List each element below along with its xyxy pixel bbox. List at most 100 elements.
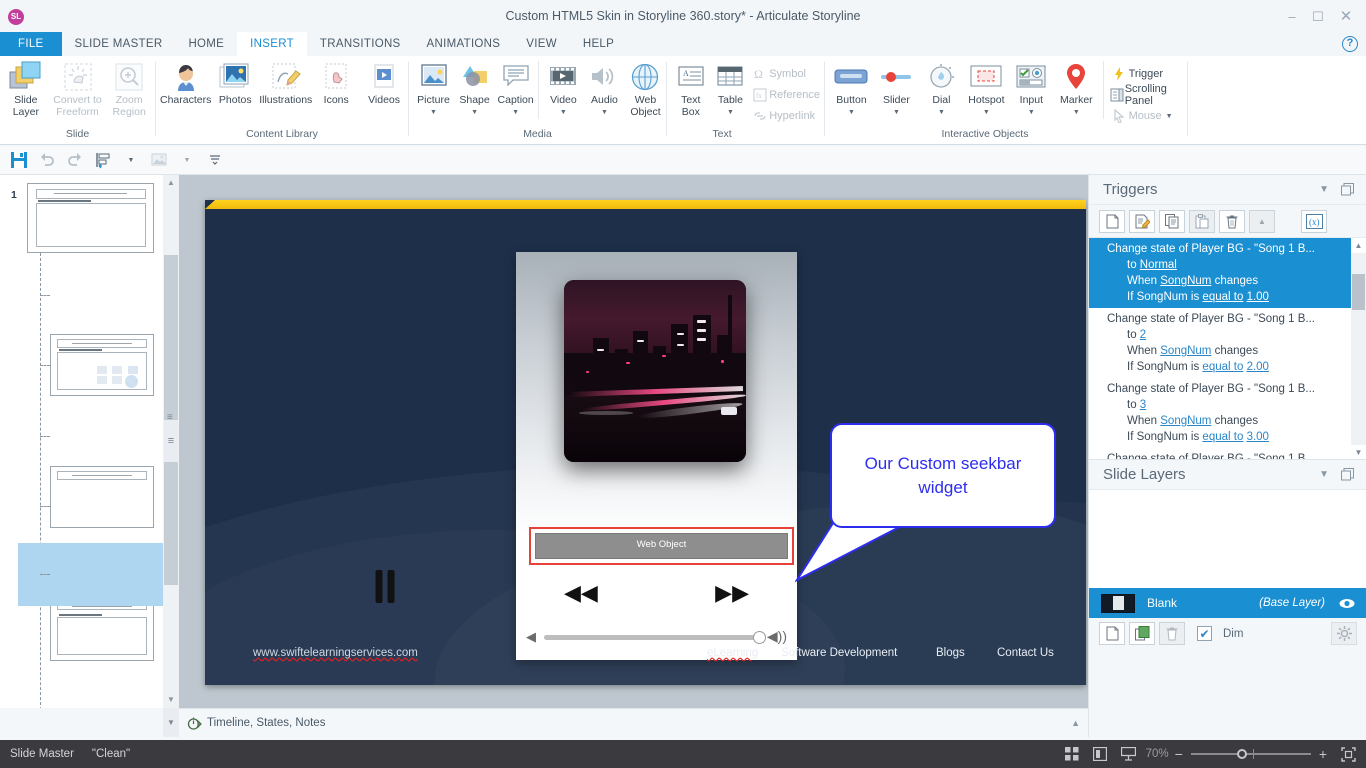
trigger-item-3[interactable]: Change state of Player BG - "Song 1 B...… — [1089, 378, 1366, 448]
illustrations-button[interactable]: Illustrations — [259, 59, 312, 107]
button-caret-icon[interactable]: ▼ — [848, 108, 855, 117]
caption-caret-icon[interactable]: ▼ — [512, 108, 519, 117]
triggers-panel-chevron-down-icon[interactable]: ▼ — [1319, 184, 1329, 195]
characters-button[interactable]: Characters — [160, 59, 211, 107]
redo-icon[interactable] — [62, 148, 88, 172]
layers-list[interactable]: Blank (Base Layer) ✔ Dim — [1089, 490, 1366, 649]
timeline-bar[interactable]: Timeline, States, Notes ▲ — [179, 708, 1088, 737]
input-button[interactable]: Input ▼ — [1009, 59, 1054, 117]
slide-thumb-4[interactable] — [50, 599, 154, 661]
next-track-button[interactable]: ▶▶ — [715, 580, 749, 606]
slide-thumb-2[interactable] — [50, 334, 154, 396]
undo-icon[interactable] — [34, 148, 60, 172]
triggers-scroll-down-icon[interactable]: ▼ — [1351, 445, 1366, 459]
web-object-placeholder[interactable]: Web Object — [535, 533, 788, 559]
button-button[interactable]: Button ▼ — [829, 59, 874, 117]
slide-stage[interactable]: Web Object ◀◀ ▶▶ ◀ ◀)) Our Custom seekba… — [205, 200, 1086, 685]
trigger-item-2[interactable]: Change state of Player BG - "Song 1 B...… — [1089, 308, 1366, 378]
table-caret-icon[interactable]: ▼ — [727, 108, 734, 117]
eye-icon[interactable] — [1339, 598, 1355, 609]
convert-to-freeform-button[interactable]: Convert to Freeform — [52, 59, 104, 118]
triggers-panel-undock-icon[interactable] — [1341, 183, 1354, 196]
new-trigger-icon[interactable] — [1099, 209, 1125, 233]
footer-link-software-development[interactable]: Software Development — [781, 647, 897, 659]
align-caret-icon[interactable]: ▼ — [118, 148, 144, 172]
symbol-button[interactable]: Ω Symbol — [750, 63, 824, 84]
videos-button[interactable]: Videos — [360, 59, 408, 107]
dial-caret-icon[interactable]: ▼ — [938, 108, 945, 117]
mouse-button[interactable]: Mouse ▼ — [1110, 105, 1187, 126]
fit-to-window-icon[interactable] — [1341, 746, 1356, 762]
video-button[interactable]: Video ▼ — [543, 59, 584, 117]
slides-scroll-down-icon[interactable]: ▼ — [163, 692, 179, 708]
dim-checkbox[interactable]: ✔ — [1197, 626, 1212, 641]
pause-button[interactable] — [375, 570, 657, 603]
footer-link-elearning[interactable]: eLearning — [707, 647, 758, 659]
layer-row-blank[interactable]: Blank (Base Layer) — [1089, 588, 1366, 618]
triggers-scroll-thumb[interactable] — [1352, 274, 1365, 310]
zoom-region-button[interactable]: Zoom Region — [103, 59, 155, 118]
help-icon[interactable]: ? — [1342, 36, 1358, 52]
slide-thumb-1[interactable] — [27, 183, 154, 253]
edit-trigger-icon[interactable] — [1129, 209, 1155, 233]
footer-link-contact-us[interactable]: Contact Us — [997, 647, 1054, 659]
tab-transitions[interactable]: TRANSITIONS — [307, 32, 414, 56]
triggers-scrollbar[interactable]: ▲ ▼ — [1351, 238, 1366, 459]
triggers-scroll-up-icon[interactable]: ▲ — [1351, 238, 1366, 253]
story-view-icon[interactable] — [1092, 747, 1107, 761]
tab-file[interactable]: FILE — [0, 32, 62, 56]
tab-help[interactable]: HELP — [570, 32, 627, 56]
new-layer-icon[interactable] — [1099, 622, 1125, 645]
tab-animations[interactable]: ANIMATIONS — [414, 32, 514, 56]
slide-canvas-area[interactable]: Web Object ◀◀ ▶▶ ◀ ◀)) Our Custom seekba… — [179, 175, 1088, 708]
paste-trigger-icon[interactable] — [1189, 209, 1215, 233]
zoom-slider-knob[interactable] — [1236, 749, 1247, 759]
hotspot-button[interactable]: Hotspot ▼ — [964, 59, 1009, 117]
text-box-button[interactable]: A Text Box — [671, 59, 711, 118]
panel-splitter-handle[interactable]: ≡ — [164, 420, 178, 462]
customize-qat-icon[interactable] — [202, 148, 228, 172]
trigger-button[interactable]: Trigger — [1110, 63, 1187, 84]
scrolling-panel-button[interactable]: Scrolling Panel — [1110, 83, 1187, 107]
photos-button[interactable]: Photos — [211, 59, 259, 107]
save-icon[interactable] — [6, 148, 32, 172]
delete-layer-icon[interactable] — [1159, 622, 1185, 645]
hyperlink-button[interactable]: Hyperlink — [750, 105, 824, 126]
web-object-selection-frame[interactable]: Web Object — [529, 527, 794, 565]
layers-panel-chevron-down-icon[interactable]: ▼ — [1319, 469, 1329, 480]
picture-button[interactable]: Picture ▼ — [413, 59, 454, 117]
audio-caret-icon[interactable]: ▼ — [601, 108, 608, 117]
zoom-slider[interactable] — [1190, 749, 1311, 759]
caption-button[interactable]: Caption ▼ — [495, 59, 536, 117]
zoom-out-button[interactable]: − — [1175, 746, 1183, 762]
media-icon[interactable] — [146, 148, 172, 172]
tab-view[interactable]: VIEW — [513, 32, 570, 56]
close-button[interactable]: ✕ — [1334, 8, 1358, 26]
slides-panel[interactable]: 1 — [0, 175, 163, 708]
minimize-button[interactable]: – — [1280, 8, 1304, 26]
presenter-view-icon[interactable] — [1120, 747, 1136, 761]
picture-caret-icon[interactable]: ▼ — [430, 108, 437, 117]
tab-slide-master[interactable]: SLIDE MASTER — [62, 32, 176, 56]
reference-button[interactable]: fx Reference — [750, 84, 824, 105]
copy-trigger-icon[interactable] — [1159, 209, 1185, 233]
slider-button[interactable]: Slider ▼ — [874, 59, 919, 117]
marker-caret-icon[interactable]: ▼ — [1073, 108, 1080, 117]
triggers-list[interactable]: Change state of Player BG - "Song 1 B...… — [1089, 238, 1366, 460]
slider-caret-icon[interactable]: ▼ — [893, 108, 900, 117]
audio-button[interactable]: Audio ▼ — [584, 59, 625, 117]
mouse-caret-icon[interactable]: ▼ — [1166, 112, 1173, 121]
music-player[interactable]: Web Object ◀◀ ▶▶ ◀ ◀)) — [375, 252, 797, 660]
marker-button[interactable]: Marker ▼ — [1054, 59, 1099, 117]
callout-bubble[interactable]: Our Custom seekbar widget — [830, 423, 1056, 528]
variables-icon[interactable]: (x) — [1301, 209, 1327, 233]
timeline-collapse-icon[interactable]: ▼ — [163, 708, 179, 737]
duplicate-layer-icon[interactable] — [1129, 622, 1155, 645]
dial-button[interactable]: Dial ▼ — [919, 59, 964, 117]
icons-button[interactable]: Icons — [312, 59, 360, 107]
slide-layer-button[interactable]: Slide Layer — [0, 59, 52, 118]
video-caret-icon[interactable]: ▼ — [560, 108, 567, 117]
grid-view-icon[interactable] — [1064, 747, 1079, 761]
slide-thumb-3[interactable] — [50, 466, 154, 528]
maximize-button[interactable]: ☐ — [1306, 8, 1330, 26]
